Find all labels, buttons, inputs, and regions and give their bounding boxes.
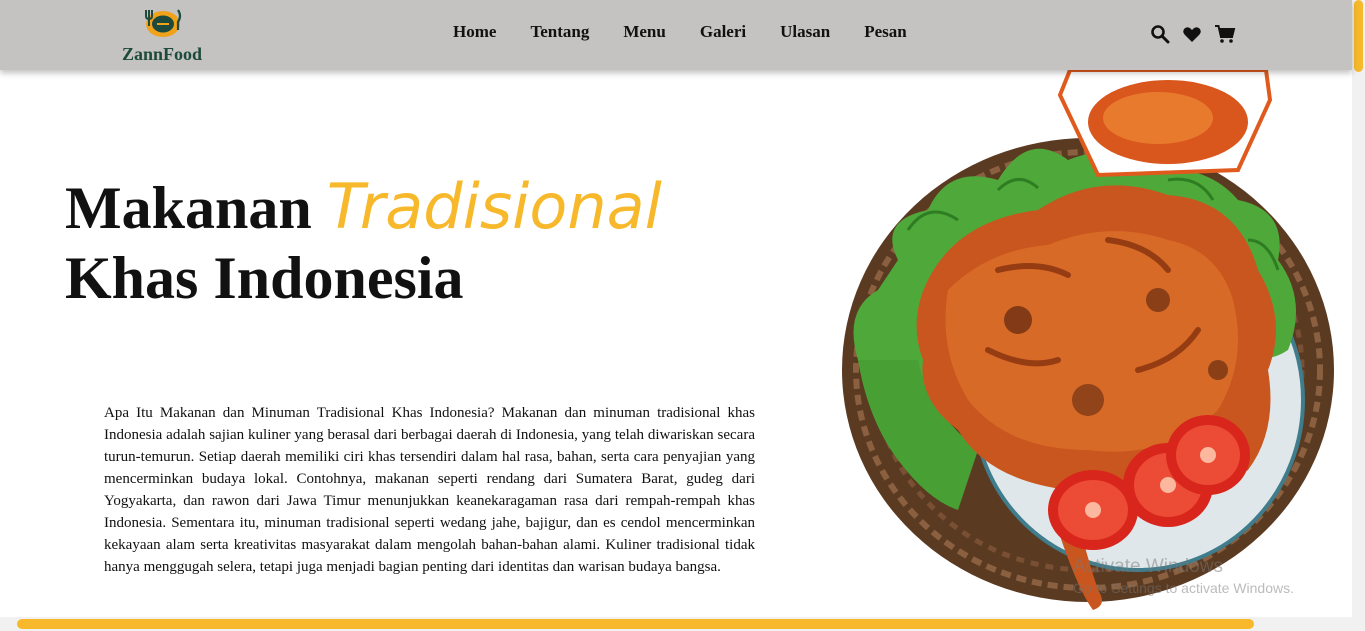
header-icons (1150, 24, 1246, 44)
horizontal-scrollbar-thumb[interactable] (17, 619, 1254, 629)
hero-paragraph: Apa Itu Makanan dan Minuman Tradisional … (104, 405, 755, 575)
hero-title-part2: Khas Indonesia (65, 245, 464, 311)
watermark-line2: Go to Settings to activate Windows. (1073, 580, 1294, 596)
hero-image-grilled-chicken (838, 68, 1348, 615)
main-nav: Home Tentang Menu Galeri Ulasan Pesan (440, 22, 941, 42)
horizontal-scrollbar[interactable] (0, 617, 1352, 631)
vertical-scrollbar[interactable] (1352, 0, 1365, 631)
search-icon[interactable] (1150, 24, 1170, 44)
hero-title-part1: Makanan (65, 175, 312, 241)
navbar: ZannFood Home Tentang Menu Galeri Ulasan… (0, 0, 1352, 70)
nav-menu[interactable]: Menu (623, 22, 666, 42)
nav-home[interactable]: Home (453, 22, 496, 42)
watermark-line1: Activate Windows (1073, 556, 1223, 577)
nav-pesan[interactable]: Pesan (864, 22, 907, 42)
brand-name: ZannFood (122, 44, 203, 64)
vertical-scrollbar-thumb[interactable] (1354, 0, 1363, 72)
hero-title: Makanan Tradisional Khas Indonesia (65, 172, 662, 313)
windows-activation-watermark: Activate Windows Go to Settings to activ… (1073, 556, 1294, 596)
nav-ulasan[interactable]: Ulasan (780, 22, 830, 42)
hero-title-accent: Tradisional (326, 170, 662, 243)
nav-tentang[interactable]: Tentang (530, 22, 589, 42)
nav-galeri[interactable]: Galeri (700, 22, 746, 42)
cart-icon[interactable] (1214, 24, 1236, 44)
logo-icon (145, 9, 182, 37)
brand-logo[interactable]: ZannFood (118, 6, 208, 64)
heart-icon[interactable] (1182, 24, 1202, 44)
